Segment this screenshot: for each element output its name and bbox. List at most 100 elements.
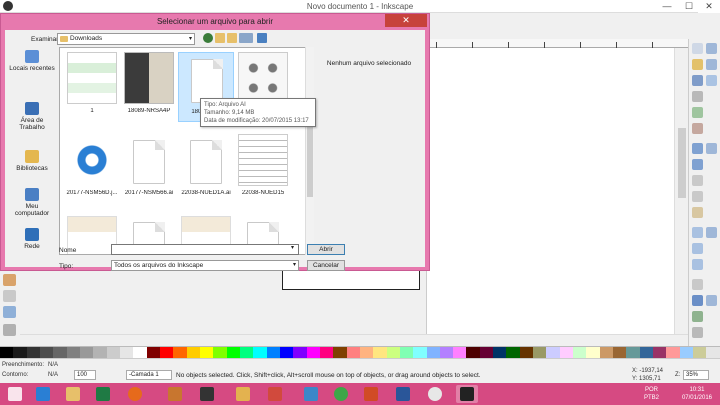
maximize-button[interactable]: ☐ (678, 0, 700, 13)
top-ruler (426, 39, 688, 48)
cancel-button[interactable]: Cancelar (307, 260, 345, 271)
place-item[interactable]: Área de Trabalho (8, 102, 56, 131)
file-list[interactable]: 118089-NRSA4P18089-NRS20177-NSM56D.j...2… (59, 47, 313, 255)
taskbar-explorer[interactable] (62, 385, 84, 403)
eraser-tool-icon[interactable] (3, 290, 16, 302)
start-button[interactable] (4, 385, 26, 403)
file-item[interactable]: 20177-NSM56D.j... (64, 134, 120, 204)
lookin-value: Downloads (70, 35, 103, 42)
place-item[interactable]: Rede (8, 228, 56, 250)
type-label: Tipo: (59, 263, 74, 270)
snap-bbox-icon[interactable] (706, 59, 717, 70)
drawing-canvas[interactable] (426, 48, 688, 346)
place-item[interactable]: Locais recentes (8, 50, 56, 72)
taskbar-explorer-2[interactable] (232, 385, 254, 403)
copy-icon[interactable] (692, 175, 703, 186)
layer-select[interactable]: -Camada 1 (126, 370, 172, 380)
zoom-selection-icon[interactable] (692, 227, 703, 238)
new-folder-icon[interactable] (227, 33, 237, 43)
open-button[interactable]: Abrir (307, 244, 345, 255)
up-folder-icon[interactable] (215, 33, 225, 43)
place-icon (25, 188, 39, 201)
undo-icon[interactable] (692, 143, 703, 154)
coord-x: X: -1937,14 (632, 368, 664, 374)
file-list-scrollbar[interactable] (305, 47, 314, 255)
bucket-tool-icon[interactable] (3, 274, 16, 286)
preview-status: Nenhum arquivo selecionado (326, 60, 412, 67)
taskbar-chrome[interactable] (330, 385, 352, 403)
redo-icon[interactable] (692, 159, 703, 170)
minimize-button[interactable]: — (656, 0, 678, 13)
name-label: Nome (59, 247, 77, 254)
align-icon[interactable] (692, 327, 703, 338)
file-name: 1 (90, 108, 94, 114)
filename-input[interactable] (111, 244, 299, 255)
save-icon[interactable] (692, 75, 703, 86)
zoom-drawing-icon[interactable] (692, 243, 703, 254)
file-item[interactable]: 1 (64, 52, 120, 122)
file-item[interactable]: 20177-NSM566.ai (121, 134, 177, 204)
new-doc-icon[interactable] (692, 43, 703, 54)
taskbar-mediaplayer[interactable] (424, 385, 446, 403)
taskbar-firefox[interactable] (124, 385, 146, 403)
taskbar-inkscape[interactable] (196, 385, 218, 403)
file-item[interactable]: 22038-NUED15 (235, 134, 291, 204)
folder-2-icon (236, 387, 250, 401)
vertical-scrollbar[interactable] (674, 48, 688, 346)
snap-guide-icon[interactable] (706, 295, 717, 306)
back-icon[interactable] (203, 33, 213, 43)
snap-path-icon[interactable] (706, 143, 717, 154)
taskbar-inkscape-active[interactable] (456, 385, 478, 403)
connector-tool-icon[interactable] (3, 306, 16, 318)
taskbar-paint[interactable] (164, 385, 186, 403)
filetype-value: Todos os arquivos do Inkscape (114, 262, 204, 269)
paste-icon[interactable] (692, 207, 703, 218)
fill-label: Preenchimento: (2, 362, 45, 368)
inkscape-icon (200, 387, 214, 401)
taskbar-app-a[interactable] (300, 385, 322, 403)
snap-nodes-icon[interactable] (706, 75, 717, 86)
snap-center-icon[interactable] (706, 227, 717, 238)
duplicate-icon[interactable] (692, 279, 703, 290)
inkscape-active-icon (460, 387, 474, 401)
fill-stroke-icon[interactable] (692, 311, 703, 322)
preview-toggle-icon[interactable] (257, 33, 267, 43)
snap-icon[interactable] (706, 43, 717, 54)
taskbar-excel[interactable] (92, 385, 114, 403)
mediaplayer-icon (428, 387, 442, 401)
window-title: Novo documento 1 - Inkscape (306, 2, 414, 11)
taskbar-media[interactable] (264, 385, 286, 403)
zoom-field[interactable]: 35% (683, 370, 709, 380)
dropper-tool-icon[interactable] (3, 324, 16, 336)
taskbar-ie[interactable] (32, 385, 54, 403)
lookin-dropdown[interactable]: Downloads ▾ (57, 33, 195, 45)
place-label: Meu computador (14, 203, 50, 217)
chevron-down-icon[interactable]: ▾ (291, 244, 294, 251)
dialog-close-button[interactable]: ✕ (385, 14, 427, 27)
color-palette[interactable] (0, 346, 720, 359)
taskbar-word[interactable] (392, 385, 414, 403)
file-item[interactable]: 22038-NUED1A.ai (178, 134, 234, 204)
dialog-title: Selecionar um arquivo para abrir (156, 17, 274, 26)
export-icon[interactable] (692, 123, 703, 134)
place-label: Locais recentes (9, 65, 55, 72)
import-icon[interactable] (692, 107, 703, 118)
place-item[interactable]: Meu computador (8, 188, 56, 217)
taskbar-powerpoint[interactable] (360, 385, 382, 403)
zoom-page-icon[interactable] (692, 259, 703, 270)
language-indicator[interactable]: POR PTB2 (644, 386, 659, 402)
place-item[interactable]: Bibliotecas (8, 150, 56, 172)
group-icon[interactable] (692, 295, 703, 306)
opacity-field[interactable]: 100 (74, 370, 96, 380)
file-item[interactable]: 18089-NRSA4P (121, 52, 177, 122)
ie-icon (36, 387, 50, 401)
print-icon[interactable] (692, 91, 703, 102)
cut-icon[interactable] (692, 191, 703, 202)
close-window-button[interactable]: ✕ (698, 0, 720, 13)
filetype-dropdown[interactable]: Todos os arquivos do Inkscape ▾ (111, 260, 299, 271)
view-menu-icon[interactable] (239, 33, 253, 43)
horizontal-scrollbar[interactable] (20, 334, 688, 346)
inkscape-title-bar: Novo documento 1 - Inkscape — ☐ ✕ (0, 0, 720, 13)
clock[interactable]: 10:31 07/01/2016 (682, 386, 712, 402)
open-icon[interactable] (692, 59, 703, 70)
